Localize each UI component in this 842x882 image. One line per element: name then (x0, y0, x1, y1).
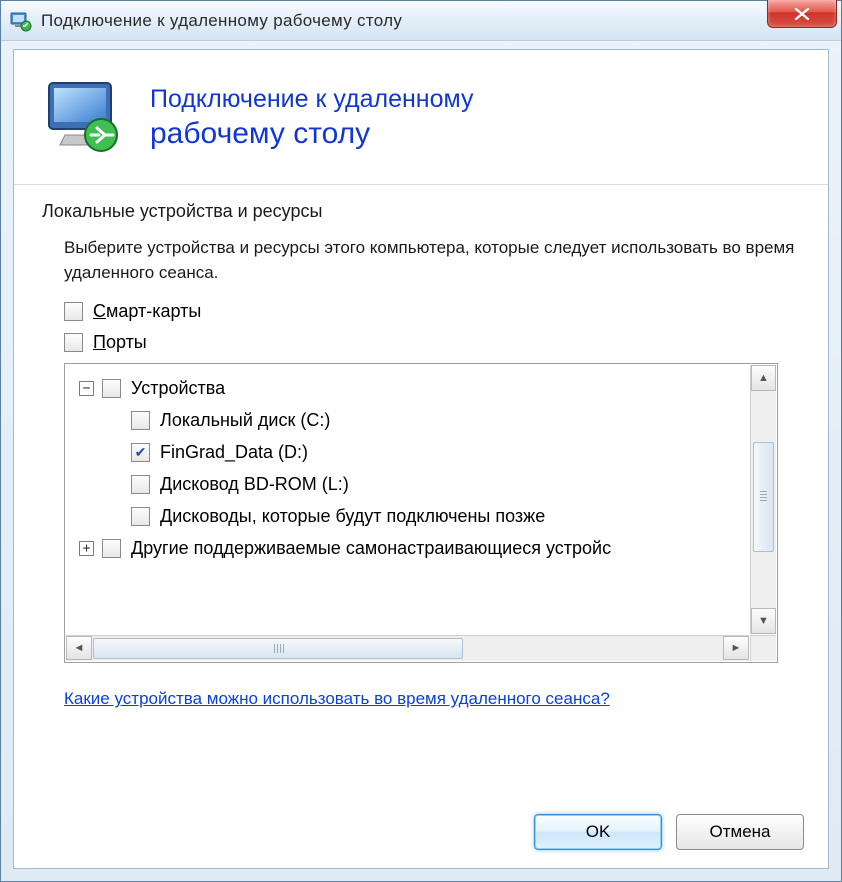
smart-cards-checkbox[interactable] (64, 302, 83, 321)
device-tree: − Устройства Локальный диск (C:) ✔ FinGr… (64, 363, 778, 663)
tree-node-drive-l[interactable]: Дисковод BD-ROM (L:) (131, 468, 743, 500)
header-line2: рабочему столу (150, 115, 474, 153)
close-button[interactable] (767, 0, 837, 28)
scroll-up-button[interactable]: ▲ (751, 365, 776, 391)
smart-cards-label: Смарт-карты (93, 301, 201, 322)
future-drives-label: Дисководы, которые будут подключены позж… (160, 506, 545, 527)
smart-cards-row[interactable]: Смарт-карты (64, 301, 800, 322)
drive-l-checkbox[interactable] (131, 475, 150, 494)
expander-minus-icon[interactable]: − (79, 381, 94, 396)
tree-node-drive-c[interactable]: Локальный диск (C:) (131, 404, 743, 436)
scroll-down-button[interactable]: ▼ (751, 608, 776, 634)
tree-node-devices[interactable]: − Устройства (79, 372, 743, 404)
cancel-button[interactable]: Отмена (676, 814, 804, 850)
section-title: Локальные устройства и ресурсы (42, 201, 800, 222)
devices-label: Устройства (131, 378, 225, 399)
button-bar: OK Отмена (534, 814, 804, 850)
drive-c-checkbox[interactable] (131, 411, 150, 430)
rdp-icon (42, 74, 130, 162)
drive-l-label: Дисковод BD-ROM (L:) (160, 474, 349, 495)
app-icon (9, 9, 33, 33)
tree-node-other[interactable]: + Другие поддерживаемые самонастраивающи… (79, 532, 743, 564)
dialog-window: Подключение к удаленному рабочему столу (0, 0, 842, 882)
tree-node-drive-d[interactable]: ✔ FinGrad_Data (D:) (131, 436, 743, 468)
drive-d-label: FinGrad_Data (D:) (160, 442, 308, 463)
section-description: Выберите устройства и ресурсы этого комп… (64, 236, 800, 285)
scrollbar-corner (750, 635, 776, 661)
window-title: Подключение к удаленному рабочему столу (41, 11, 402, 31)
client-area: Подключение к удаленному рабочему столу … (13, 49, 829, 869)
devices-checkbox[interactable] (102, 379, 121, 398)
vscroll-thumb[interactable] (753, 442, 774, 552)
hscroll-track[interactable] (93, 636, 722, 661)
scroll-left-button[interactable]: ◄ (66, 636, 92, 660)
ok-button[interactable]: OK (534, 814, 662, 850)
header-line1: Подключение к удаленному (150, 84, 474, 115)
ports-label: Порты (93, 332, 147, 353)
tree-content: − Устройства Локальный диск (C:) ✔ FinGr… (65, 364, 749, 634)
horizontal-scrollbar[interactable]: ◄ ► (66, 635, 749, 661)
ports-row[interactable]: Порты (64, 332, 800, 353)
header-texts: Подключение к удаленному рабочему столу (150, 84, 474, 153)
ports-checkbox[interactable] (64, 333, 83, 352)
tree-node-future-drives[interactable]: Дисководы, которые будут подключены позж… (131, 500, 743, 532)
vertical-scrollbar[interactable]: ▲ ▼ (750, 365, 776, 634)
hscroll-thumb[interactable] (93, 638, 463, 659)
help-link[interactable]: Какие устройства можно использовать во в… (64, 689, 778, 709)
future-drives-checkbox[interactable] (131, 507, 150, 526)
drive-c-label: Локальный диск (C:) (160, 410, 330, 431)
titlebar: Подключение к удаленному рабочему столу (1, 1, 841, 41)
header-block: Подключение к удаленному рабочему столу (14, 50, 828, 185)
vscroll-track[interactable] (751, 392, 776, 607)
expander-plus-icon[interactable]: + (79, 541, 94, 556)
scroll-right-button[interactable]: ► (723, 636, 749, 660)
other-label: Другие поддерживаемые самонастраивающиес… (131, 538, 611, 559)
section-local-resources: Локальные устройства и ресурсы Выберите … (14, 185, 828, 715)
other-checkbox[interactable] (102, 539, 121, 558)
drive-d-checkbox[interactable]: ✔ (131, 443, 150, 462)
